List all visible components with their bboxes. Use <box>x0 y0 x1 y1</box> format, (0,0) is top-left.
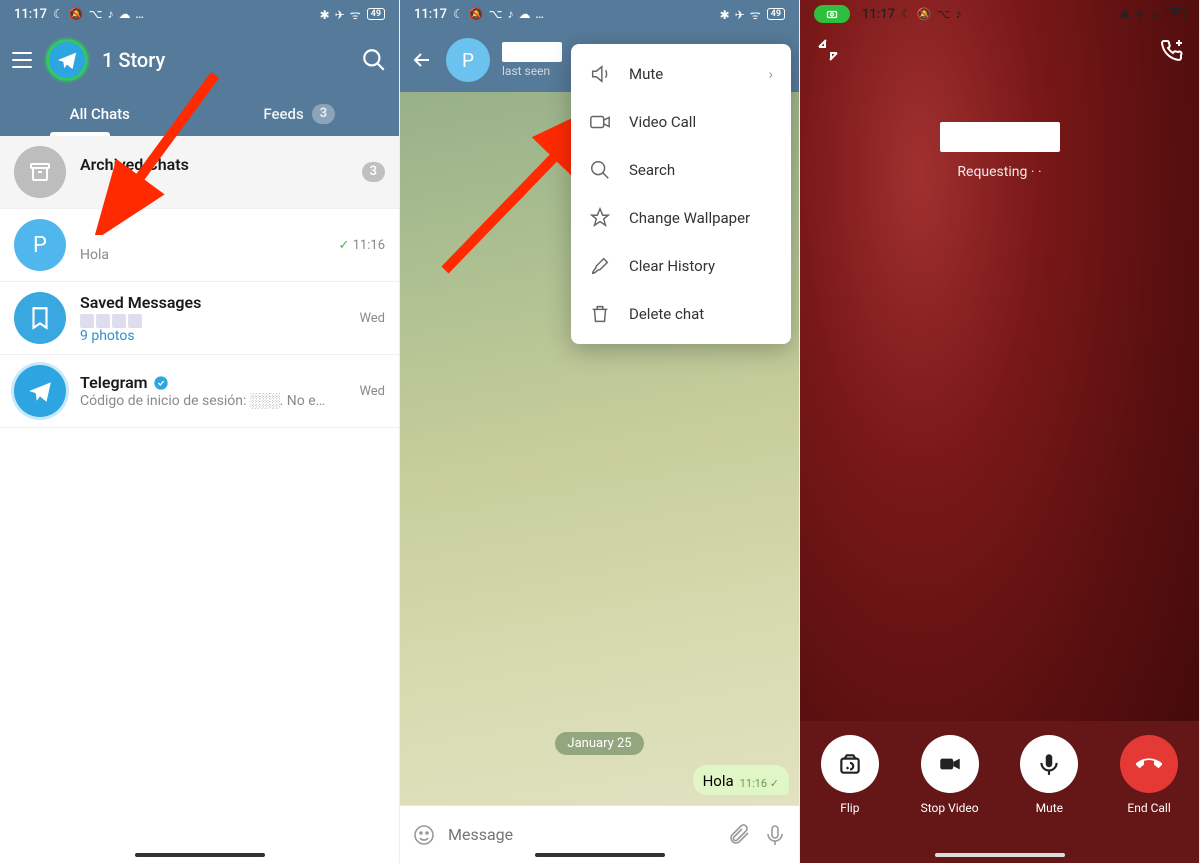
status-time: 11:17 <box>862 7 895 22</box>
brush-icon <box>589 255 611 277</box>
page-title: 1 Story <box>102 48 347 72</box>
status-battery: 49 <box>767 8 785 20</box>
search-icon <box>589 159 611 181</box>
menu-item-video-call[interactable]: Video Call <box>571 98 791 146</box>
minimize-icon[interactable] <box>816 38 840 62</box>
call-controls: Flip Stop Video Mute End Call <box>800 721 1199 863</box>
archived-count-badge: 3 <box>362 162 385 182</box>
status-bar: 11:17 ☾ 🔕 ⌥ ♪ ☁ … ✱ ✈ ᯤ 49 <box>0 0 399 28</box>
status-bar: 11:17 ☾ 🔕 ⌥ ♪ ☁ … ✱ ✈ ᯤ 49 <box>400 0 799 28</box>
menu-item-clear-history[interactable]: Clear History <box>571 242 791 290</box>
chat-preview: 9 photos <box>80 312 345 344</box>
telegram-plane-icon <box>56 49 78 71</box>
status-time: 11:17 <box>14 7 47 22</box>
verified-icon <box>153 375 169 391</box>
menu-icon[interactable] <box>12 52 32 68</box>
chat-time: ✓ 11:16 <box>338 238 385 253</box>
date-separator: January 25 <box>555 732 643 755</box>
contact-avatar[interactable]: P <box>446 38 490 82</box>
screen-chat-conversation: 11:17 ☾ 🔕 ⌥ ♪ ☁ … ✱ ✈ ᯤ 49 P last seen M… <box>400 0 800 863</box>
video-icon <box>937 751 963 777</box>
feeds-count-badge: 3 <box>312 104 335 124</box>
status-battery: 49 <box>367 8 385 20</box>
callee-name-redacted <box>940 122 1060 152</box>
back-icon[interactable] <box>410 48 434 72</box>
chat-row[interactable]: Telegram Código de inicio de sesión: ░░░… <box>0 355 399 428</box>
chat-preview: Código de inicio de sesión: ░░░. No e… <box>80 392 345 409</box>
status-battery: 49 <box>1167 8 1185 20</box>
pin-icon <box>589 207 611 229</box>
call-status-area: Requesting · · <box>800 122 1199 180</box>
contact-name-redacted <box>502 42 562 62</box>
saved-messages-icon <box>14 292 66 344</box>
message-text: Hola <box>703 772 734 790</box>
mute-button[interactable]: Mute <box>1020 735 1078 815</box>
nav-handle[interactable] <box>535 853 665 857</box>
outgoing-message[interactable]: Hola 11:16 ✓ <box>693 765 789 795</box>
chat-time: Wed <box>359 311 385 326</box>
chat-time: Wed <box>359 384 385 399</box>
camera-pill-icon <box>814 5 850 23</box>
archived-chats-row[interactable]: Archived Chats 3 <box>0 136 399 209</box>
chat-preview: Hola <box>80 247 324 263</box>
status-right-icons: ✱ ✈ ᯤ <box>1120 6 1162 23</box>
chevron-right-icon: › <box>768 65 773 83</box>
status-time: 11:17 <box>414 7 447 22</box>
context-menu: Mute › Video Call Search Change Wallpape… <box>571 44 791 344</box>
chat-name: Saved Messages <box>80 293 345 312</box>
nav-handle[interactable] <box>935 853 1065 857</box>
menu-item-search[interactable]: Search <box>571 146 791 194</box>
call-status-text: Requesting · · <box>800 164 1199 180</box>
add-call-icon[interactable] <box>1159 38 1183 62</box>
archived-title: Archived Chats <box>80 155 348 174</box>
status-right-icons: ✱ ✈ ᯤ <box>720 6 762 23</box>
telegram-avatar-icon <box>14 365 66 417</box>
tab-all-chats[interactable]: All Chats <box>0 92 200 136</box>
attach-icon[interactable] <box>727 823 751 847</box>
chat-name: Telegram <box>80 373 345 392</box>
story-avatar[interactable] <box>46 39 88 81</box>
menu-item-wallpaper[interactable]: Change Wallpaper <box>571 194 791 242</box>
search-icon[interactable] <box>361 47 387 73</box>
stop-video-button[interactable]: Stop Video <box>921 735 979 815</box>
mic-icon <box>1036 751 1062 777</box>
status-bar: 11:17 ☾ 🔕 ⌥ ♪ ✱ ✈ ᯤ 49 <box>800 0 1199 28</box>
flip-camera-icon <box>837 751 863 777</box>
archive-icon <box>14 146 66 198</box>
chat-name <box>80 228 324 247</box>
header: 11:17 ☾ 🔕 ⌥ ♪ ☁ … ✱ ✈ ᯤ 49 1 Story All C… <box>0 0 399 136</box>
mic-icon[interactable] <box>763 823 787 847</box>
end-call-button[interactable]: End Call <box>1120 735 1178 815</box>
chat-row[interactable]: P Hola ✓ 11:16 <box>0 209 399 282</box>
video-icon <box>589 111 611 133</box>
message-time: 11:16 ✓ <box>740 777 779 790</box>
status-left-icons: ☾ 🔕 ⌥ ♪ ☁ … <box>53 7 145 21</box>
message-input[interactable] <box>448 825 715 844</box>
tab-feeds[interactable]: Feeds 3 <box>200 92 400 136</box>
chat-avatar: P <box>14 219 66 271</box>
menu-item-delete-chat[interactable]: Delete chat <box>571 290 791 338</box>
trash-icon <box>589 303 611 325</box>
tabs-bar: All Chats Feeds 3 <box>0 92 399 136</box>
chat-row[interactable]: Saved Messages 9 photos Wed <box>0 282 399 355</box>
phone-hangup-icon <box>1136 751 1162 777</box>
speaker-icon <box>589 63 611 85</box>
status-left-icons: ☾ 🔕 ⌥ ♪ <box>901 7 962 21</box>
status-left-icons: ☾ 🔕 ⌥ ♪ ☁ … <box>453 7 545 21</box>
nav-handle[interactable] <box>135 853 265 857</box>
flip-camera-button[interactable]: Flip <box>821 735 879 815</box>
emoji-icon[interactable] <box>412 823 436 847</box>
screen-chat-list: 11:17 ☾ 🔕 ⌥ ♪ ☁ … ✱ ✈ ᯤ 49 1 Story All C… <box>0 0 400 863</box>
screen-video-call: 11:17 ☾ 🔕 ⌥ ♪ ✱ ✈ ᯤ 49 Requesting · · Fl… <box>800 0 1200 863</box>
status-right-icons: ✱ ✈ ᯤ <box>320 6 362 23</box>
menu-item-mute[interactable]: Mute › <box>571 50 791 98</box>
